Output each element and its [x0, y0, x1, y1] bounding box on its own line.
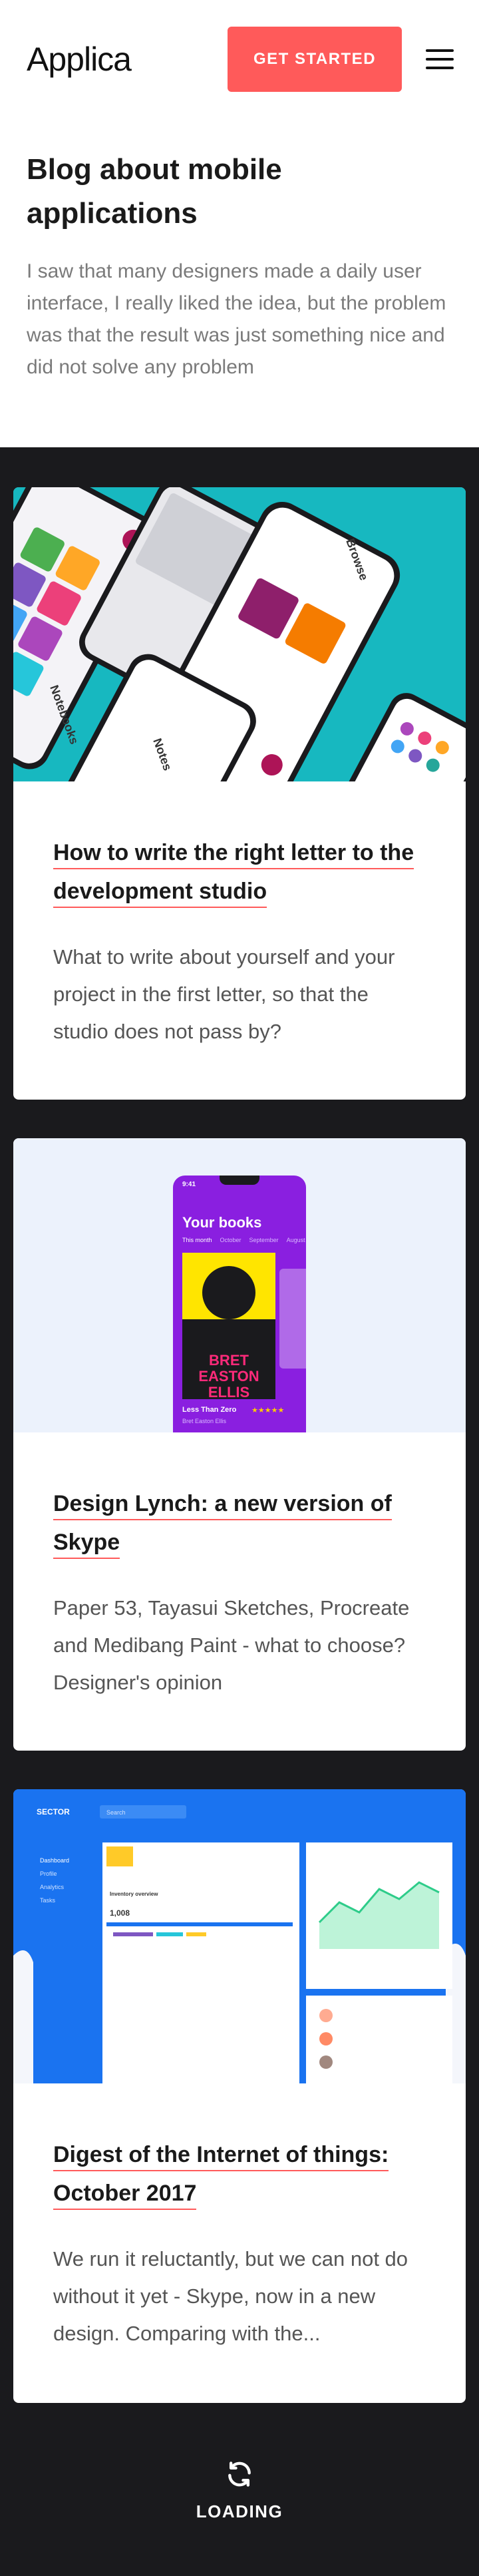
books-heading: Your books — [182, 1214, 262, 1231]
tab-this-month: This month — [182, 1237, 212, 1243]
hero-section: Blog about mobile applications I saw tha… — [0, 120, 479, 447]
post-card[interactable]: SECTOR Search Dashboard Profile Analytic… — [13, 1789, 466, 2403]
book-rating: ★★★★★ — [251, 1406, 285, 1414]
dashboard-search: Search — [106, 1809, 126, 1816]
tab-august: August — [286, 1237, 305, 1243]
post-card[interactable]: 9:41 Your books This month October Septe… — [13, 1138, 466, 1751]
post-excerpt: Paper 53, Tayasui Sketches, Procreate an… — [53, 1596, 410, 1694]
post-title[interactable]: How to write the right letter to the dev… — [53, 833, 426, 911]
nav-item-analytics: Analytics — [40, 1884, 65, 1890]
tab-september: September — [249, 1237, 279, 1243]
tab-october: October — [220, 1237, 241, 1243]
logo[interactable]: Applica — [27, 40, 132, 79]
post-title[interactable]: Design Lynch: a new version of Skype — [53, 1484, 426, 1562]
nav-item-profile: Profile — [40, 1870, 57, 1877]
post-image: 9:41 Your books This month October Septe… — [13, 1138, 466, 1432]
loading-label: LOADING — [196, 2501, 283, 2521]
post-card[interactable]: Notebooks Notes Browse How to write the … — [13, 487, 466, 1100]
stat-label: Inventory overview — [110, 1891, 158, 1897]
loading-indicator[interactable]: LOADING — [0, 2460, 479, 2522]
book-author: Bret Easton Ellis — [182, 1418, 227, 1424]
notebooks-app-illustration: Notebooks Notes Browse — [13, 487, 466, 781]
site-header: Applica GET STARTED — [0, 0, 479, 120]
refresh-icon[interactable] — [0, 2460, 479, 2496]
dashboard-brand: SECTOR — [37, 1807, 70, 1817]
nav-item-tasks: Tasks — [40, 1897, 56, 1904]
post-image: SECTOR Search Dashboard Profile Analytic… — [13, 1789, 466, 2083]
book-title: Less Than Zero — [182, 1406, 237, 1414]
post-title[interactable]: Digest of the Internet of things: Octobe… — [53, 2135, 426, 2213]
get-started-button[interactable]: GET STARTED — [228, 27, 402, 92]
page-title: Blog about mobile applications — [27, 153, 282, 230]
nav-item-dashboard: Dashboard — [40, 1857, 69, 1864]
status-time: 9:41 — [182, 1181, 196, 1188]
post-image: Notebooks Notes Browse — [13, 487, 466, 781]
post-excerpt: What to write about yourself and your pr… — [53, 945, 395, 1043]
stat-value: 1,008 — [110, 1908, 130, 1918]
posts-feed: Notebooks Notes Browse How to write the … — [0, 447, 479, 2576]
hamburger-menu-icon[interactable] — [426, 49, 454, 69]
books-app-phone: 9:41 Your books This month October Septe… — [173, 1176, 306, 1432]
page-description: I saw that many designers made a daily u… — [27, 260, 446, 378]
book-cover: BRET EASTON ELLIS — [182, 1253, 275, 1400]
books-tabs: This month October September August — [182, 1237, 305, 1243]
post-excerpt: We run it reluctantly, but we can not do… — [53, 2247, 408, 2345]
book-cover-text: BRET EASTON ELLIS — [198, 1352, 259, 1400]
dashboard-illustration: SECTOR Search Dashboard Profile Analytic… — [13, 1789, 466, 2083]
